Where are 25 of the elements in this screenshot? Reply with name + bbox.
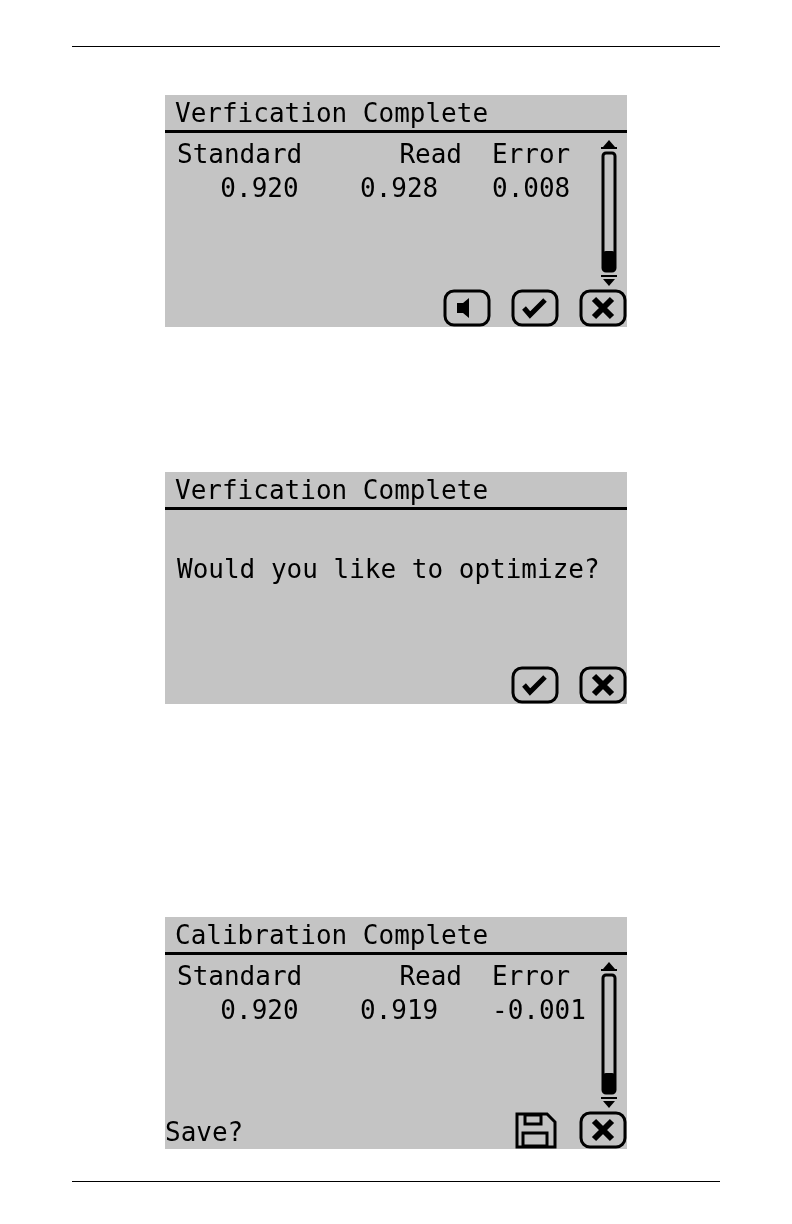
value-cell-text: 0.920 <box>219 994 300 1027</box>
value-cell-text: -0.001 <box>491 994 587 1027</box>
prompt-text: Save? <box>165 1116 244 1149</box>
screen-title: Verfication Complete <box>165 472 627 510</box>
column-header: Error <box>491 960 572 993</box>
scrollbar[interactable] <box>598 961 620 1109</box>
value-cell-text: 0.919 <box>359 994 440 1027</box>
column-header: Read <box>398 138 463 171</box>
speaker-icon[interactable] <box>443 289 491 327</box>
value-cell-text: 0.008 <box>491 172 572 205</box>
column-header: Standard <box>177 960 304 993</box>
screen-title: Verfication Complete <box>165 95 627 133</box>
close-icon[interactable] <box>579 289 627 327</box>
value-cell-text: 0.928 <box>359 172 440 205</box>
close-icon[interactable] <box>579 666 627 704</box>
column-header: Error <box>491 138 572 171</box>
check-icon[interactable] <box>511 289 559 327</box>
column-header: Read <box>398 960 463 993</box>
scrollbar[interactable] <box>598 139 620 287</box>
message-text: Would you like to optimize? <box>176 553 601 584</box>
screen-title: Calibration Complete <box>165 917 627 955</box>
column-header: Standard <box>177 138 304 171</box>
value-cell-text: 0.920 <box>219 172 300 205</box>
close-icon[interactable] <box>579 1111 627 1149</box>
check-icon[interactable] <box>511 666 559 704</box>
